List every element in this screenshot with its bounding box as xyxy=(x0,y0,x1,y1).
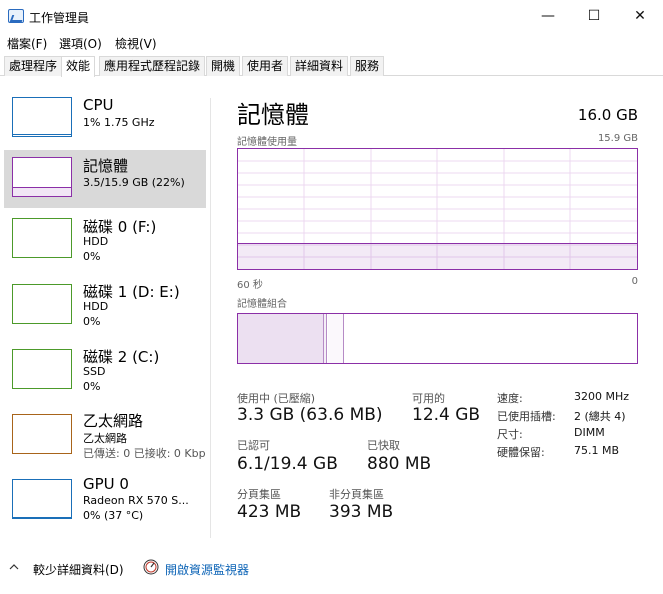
tab-performance[interactable]: 效能 xyxy=(61,56,96,77)
usage-graph-label: 記憶體使用量 xyxy=(237,137,297,148)
cached-value: 880 MB xyxy=(367,454,432,474)
maximize-button[interactable]: ☐ xyxy=(571,0,617,32)
nonpaged-pool-value: 393 MB xyxy=(329,502,394,522)
speed-label: 速度: xyxy=(497,392,523,405)
sidebar-item-detail: 0% xyxy=(83,380,101,393)
fewer-details-button[interactable]: 較少詳細資料(D) xyxy=(33,561,124,578)
open-resource-monitor-link[interactable]: 開啟資源監視器 xyxy=(165,561,249,578)
sidebar-item-label: 磁碟 2 (C:) xyxy=(83,348,160,366)
chevron-up-icon[interactable] xyxy=(9,561,19,571)
sidebar-item-detail: 1% 1.75 GHz xyxy=(83,116,155,129)
hardware-reserved-value: 75.1 MB xyxy=(574,444,620,457)
in-use-value: 3.3 GB (63.6 MB) xyxy=(237,405,383,425)
form-factor-value: DIMM xyxy=(574,426,605,439)
hardware-reserved-label: 硬體保留: xyxy=(497,446,545,459)
gpu-thumbnail xyxy=(12,479,72,519)
nonpaged-pool-label: 非分頁集區 xyxy=(329,488,384,501)
tab-details[interactable]: 詳細資料 xyxy=(290,56,349,76)
disk-0-thumbnail xyxy=(12,218,72,258)
sidebar-item-label: CPU xyxy=(83,96,114,114)
sidebar-item-label: 記憶體 xyxy=(83,157,129,175)
slots-used-label: 已使用插槽: xyxy=(497,410,556,423)
cpu-thumbnail xyxy=(12,97,72,137)
sidebar-item-detail: HDD xyxy=(83,235,109,248)
sidebar-item-detail: Radeon RX 570 S... xyxy=(83,494,189,507)
sidebar-item-label: 磁碟 1 (D: E:) xyxy=(83,283,180,301)
memory-thumbnail xyxy=(12,157,72,197)
paged-pool-label: 分頁集區 xyxy=(237,488,281,501)
committed-value: 6.1/19.4 GB xyxy=(237,454,338,474)
in-use-label: 使用中 (已壓縮) xyxy=(237,392,316,405)
speed-value: 3200 MHz xyxy=(574,390,630,403)
sidebar-item-label: 乙太網路 xyxy=(83,412,144,430)
composition-in-use xyxy=(238,314,324,363)
available-value: 12.4 GB xyxy=(412,405,481,425)
total-memory: 16.0 GB xyxy=(577,106,638,124)
menu-file[interactable]: 檔案(F) xyxy=(7,35,47,52)
slots-used-value: 2 (總共 4) xyxy=(574,410,626,423)
resource-monitor-icon xyxy=(143,559,159,575)
menu-view[interactable]: 檢視(V) xyxy=(115,35,157,52)
disk-1-thumbnail xyxy=(12,284,72,324)
form-factor-label: 尺寸: xyxy=(497,428,523,441)
sidebar-item-detail: 3.5/15.9 GB (22%) xyxy=(83,176,185,189)
task-manager-icon xyxy=(8,9,24,23)
ethernet-thumbnail xyxy=(12,414,72,454)
sidebar-item-detail: 0% xyxy=(83,315,101,328)
memory-composition-bar xyxy=(237,313,638,364)
memory-usage-fill xyxy=(238,243,637,269)
menu-options[interactable]: 選項(O) xyxy=(59,35,102,52)
sidebar-item-detail: 乙太網路 xyxy=(83,432,127,445)
page-title: 記憶體 xyxy=(237,101,309,129)
tab-app-history[interactable]: 應用程式歷程記錄 xyxy=(99,56,206,76)
sidebar-item-detail: HDD xyxy=(83,300,109,313)
composition-standby xyxy=(328,314,344,363)
sidebar-divider xyxy=(210,98,211,538)
graph-time-start: 60 秒 xyxy=(237,280,263,291)
disk-2-thumbnail xyxy=(12,349,72,389)
sidebar-item-detail: 0% (37 °C) xyxy=(83,509,144,522)
close-button[interactable]: ✕ xyxy=(617,0,663,32)
sidebar-item-label: 磁碟 0 (F:) xyxy=(83,218,157,236)
minimize-button[interactable]: — xyxy=(525,0,571,32)
usage-graph-max: 15.9 GB xyxy=(597,133,638,144)
tab-startup[interactable]: 開機 xyxy=(206,56,241,76)
memory-usage-graph xyxy=(237,148,638,270)
available-label: 可用的 xyxy=(412,392,445,405)
graph-time-end: 0 xyxy=(631,276,638,287)
tab-processes[interactable]: 處理程序 xyxy=(4,56,63,76)
tab-users[interactable]: 使用者 xyxy=(242,56,289,76)
cached-label: 已快取 xyxy=(367,439,400,452)
sidebar-item-detail: 已傳送: 0 已接收: 0 Kbp xyxy=(83,447,206,460)
tab-services[interactable]: 服務 xyxy=(350,56,385,76)
composition-modified xyxy=(324,314,327,363)
sidebar-item-label: GPU 0 xyxy=(83,475,129,493)
committed-label: 已認可 xyxy=(237,439,270,452)
sidebar-item-detail: 0% xyxy=(83,250,101,263)
sidebar-item-detail: SSD xyxy=(83,365,106,378)
window-title: 工作管理員 xyxy=(29,11,90,25)
paged-pool-value: 423 MB xyxy=(237,502,302,522)
composition-label: 記憶體組合 xyxy=(237,299,287,310)
